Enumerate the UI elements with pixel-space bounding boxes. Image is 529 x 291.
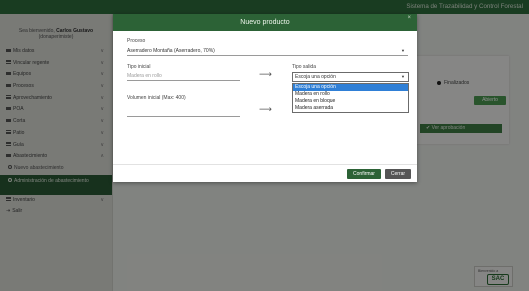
- confirm-button[interactable]: Confirmar: [347, 169, 381, 179]
- volumen-label: Volumen inicial (Max: 400): [127, 95, 186, 101]
- tipo-inicial-label: Tipo inicial: [127, 64, 151, 70]
- close-icon[interactable]: ×: [407, 10, 411, 27]
- tipo-inicial-field[interactable]: Madera en rollo: [127, 71, 240, 81]
- caret-down-icon: ▼: [401, 48, 405, 53]
- long-right-arrow-icon: ⟶: [259, 104, 272, 114]
- modal-footer: Confirmar Cerrar: [113, 164, 417, 182]
- tipo-salida-label: Tipo salida: [292, 64, 316, 70]
- dropdown-option[interactable]: Madera aserrada: [293, 105, 408, 112]
- close-button[interactable]: Cerrar: [385, 169, 411, 179]
- modal-title: Nuevo producto: [240, 19, 290, 26]
- proceso-label: Proceso: [127, 38, 146, 44]
- long-right-arrow-icon: ⟶: [259, 69, 272, 79]
- tipo-inicial-value: Madera en rollo: [127, 73, 162, 79]
- volumen-input[interactable]: [127, 107, 240, 117]
- tipo-salida-value: Escoja una opción: [295, 74, 336, 80]
- dropdown-option[interactable]: Escoja una opción: [293, 84, 408, 91]
- caret-down-icon: ▼: [401, 74, 405, 79]
- proceso-select[interactable]: Aserradero Montaña (Aserradero, 70%) ▼: [127, 46, 408, 56]
- dropdown-option[interactable]: Madera en bloque: [293, 98, 408, 105]
- modal-header: Nuevo producto ×: [113, 14, 417, 31]
- app-root: Sistema de Trazabilidad y Control Forest…: [0, 0, 529, 291]
- tipo-salida-options: Escoja una opción Madera en rollo Madera…: [292, 83, 409, 113]
- tipo-salida-select[interactable]: Escoja una opción ▼: [292, 72, 409, 82]
- proceso-value: Aserradero Montaña (Aserradero, 70%): [127, 48, 215, 54]
- dropdown-option[interactable]: Madera en rollo: [293, 91, 408, 98]
